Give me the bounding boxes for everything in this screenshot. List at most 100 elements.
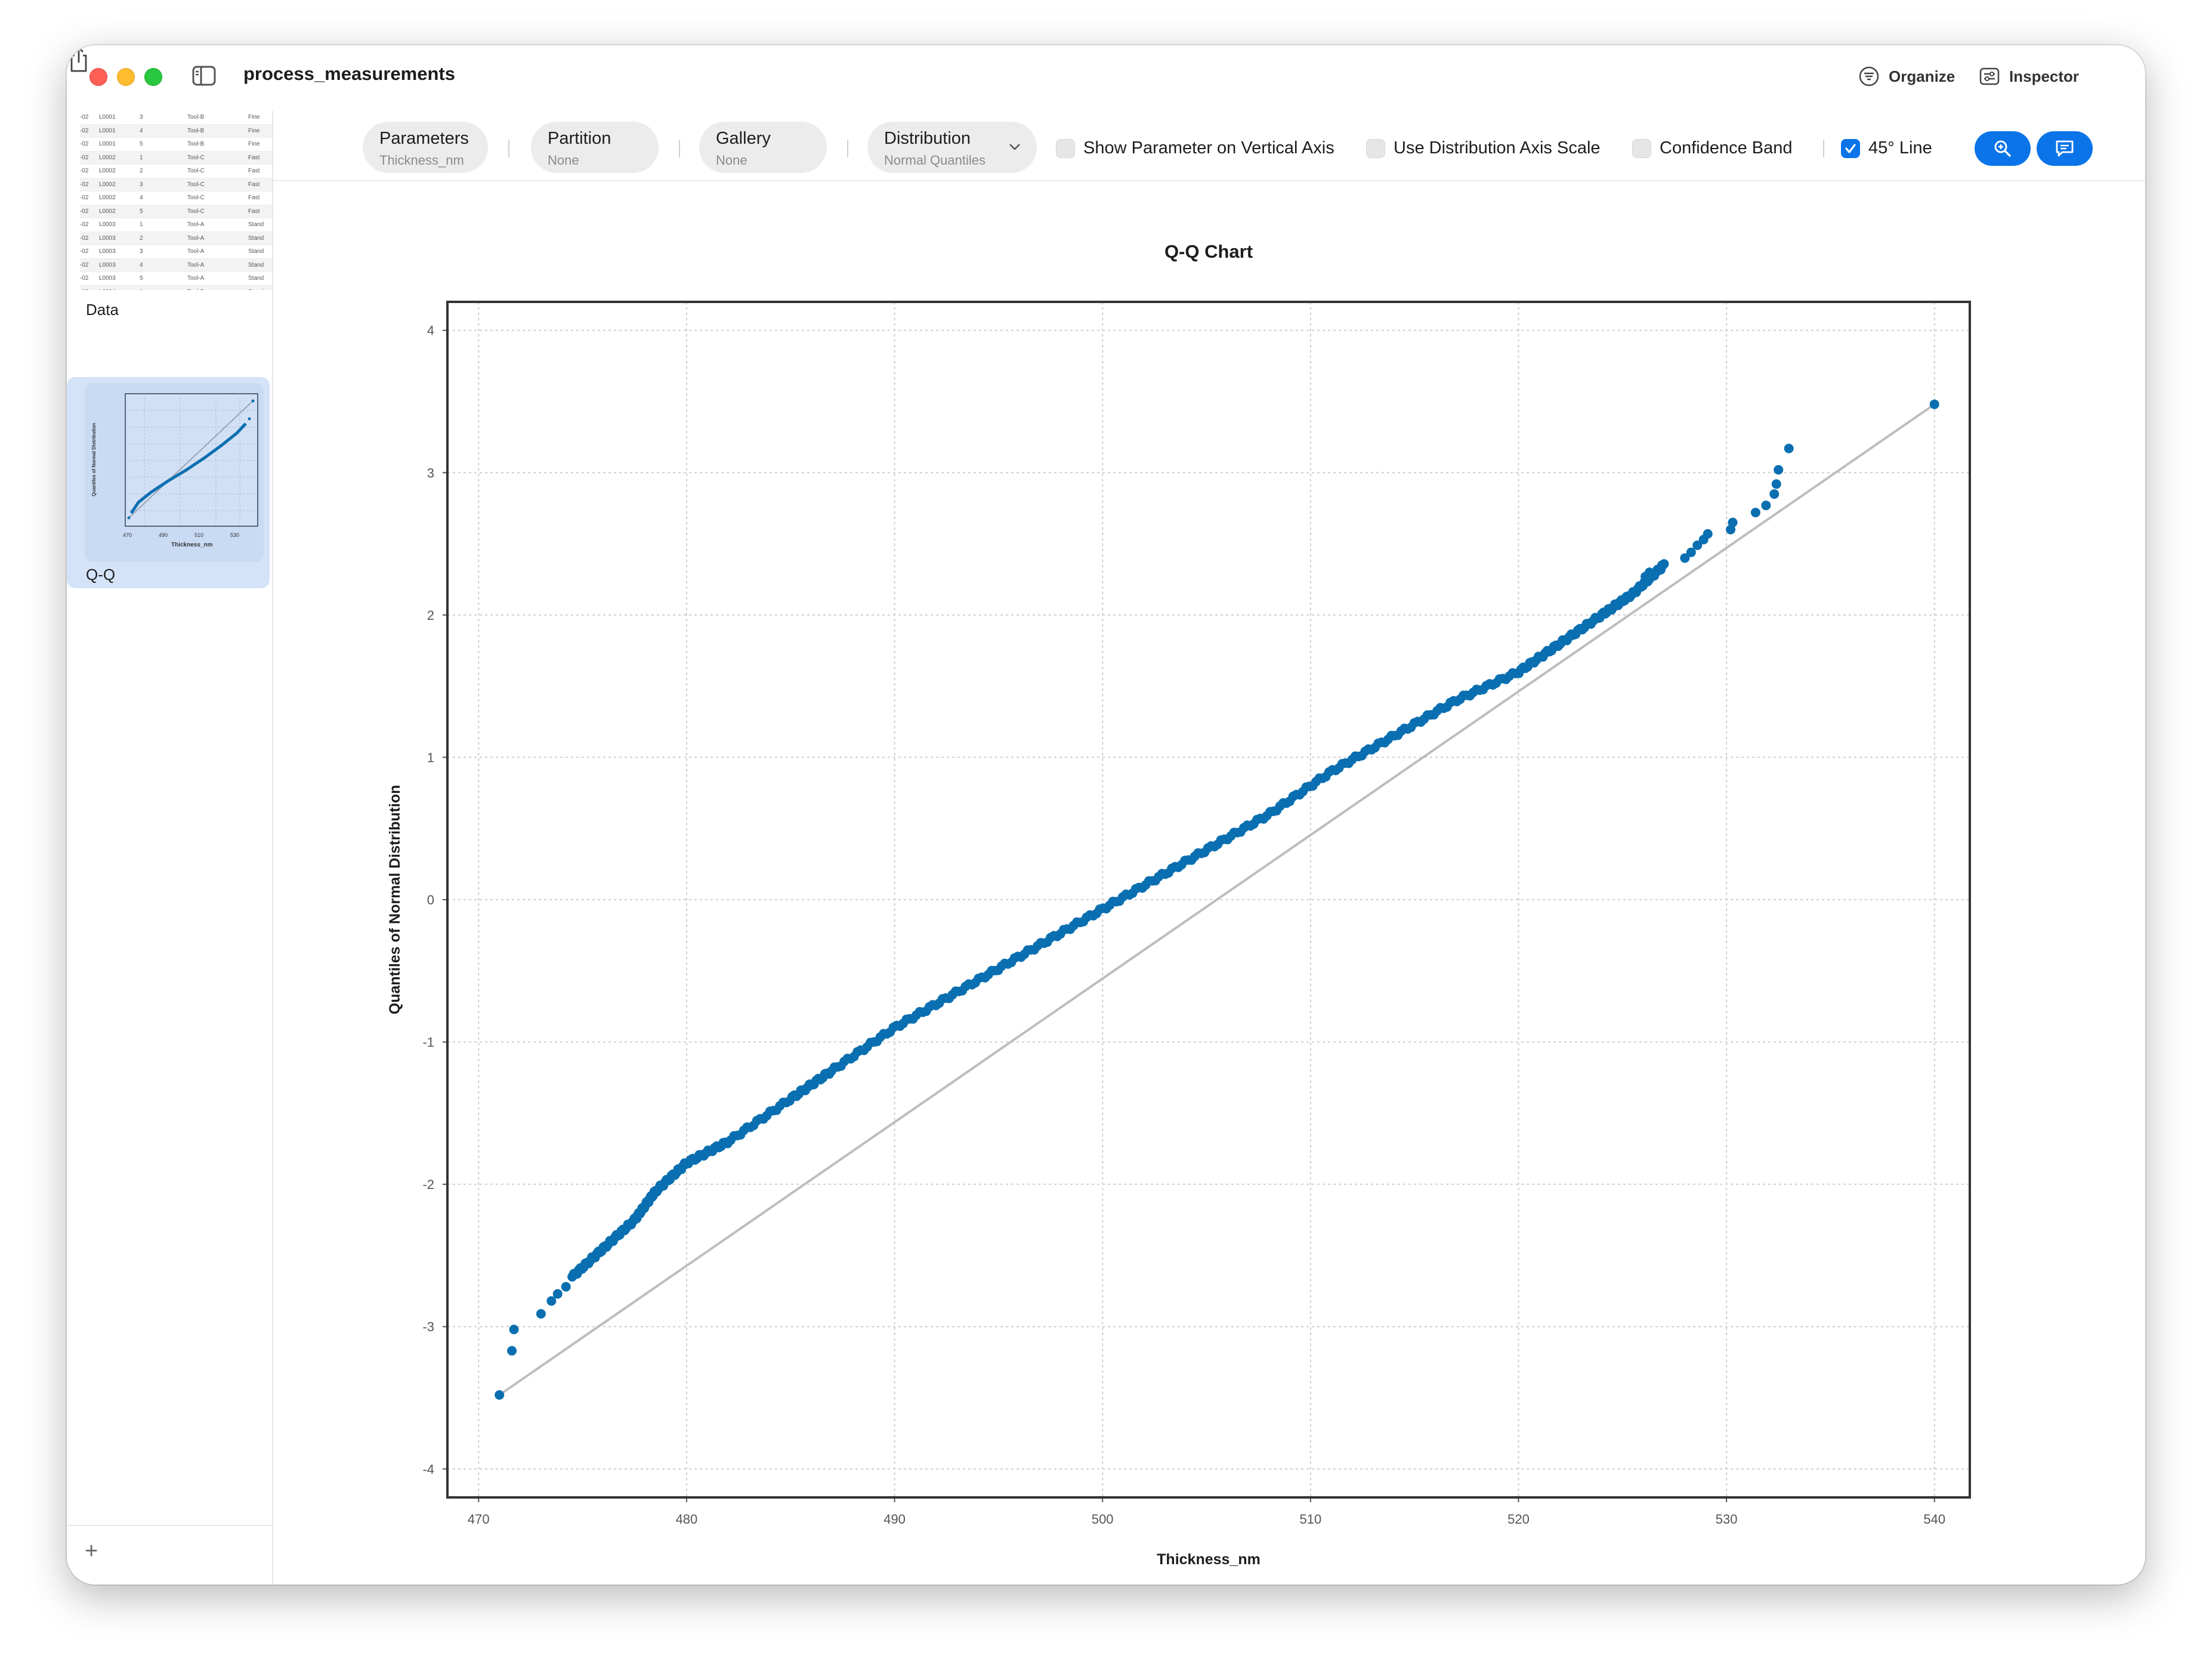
checkbox-box [1366,138,1385,158]
x-tick-label: 490 [883,1512,906,1527]
zoom-button[interactable] [1975,131,2031,166]
minimize-window-button[interactable] [117,68,135,86]
mini-table-cell: Stand [248,221,264,228]
svg-text:490: 490 [159,532,168,538]
data-point [1659,559,1669,569]
mini-table-cell: L0003 [99,275,116,282]
document-title: process_measurements [243,63,455,84]
organize-button[interactable]: Organize [1858,61,1955,92]
mini-table-cell: -02 [80,127,89,134]
data-point [536,1309,546,1319]
line-45-checkbox[interactable]: 45° Line [1841,138,1932,158]
inspector-icon [1979,67,2000,85]
svg-text:530: 530 [230,532,239,538]
x-tick-label: 500 [1092,1512,1114,1527]
mini-table-row: -02 L0002 2 Tool-C Fast [80,165,272,178]
mini-table-cell: Fast [248,154,260,161]
zoom-window-button[interactable] [144,68,162,86]
sidebar-item-data[interactable]: Data [86,301,119,319]
mini-table-cell: 3 [140,248,143,255]
y-tick-label: 1 [427,750,434,765]
mini-table-cell: 2 [140,168,143,174]
mini-table-cell: -02 [80,154,89,161]
mini-table-cell: Tool-C [187,194,205,201]
comment-button[interactable] [2037,131,2093,166]
mini-table-cell: L0001 [99,141,116,147]
mini-table-cell: -02 [80,261,89,268]
mini-table-row: -02 L0003 3 Tool-A Stand [80,245,272,259]
x-tick-label: 520 [1507,1512,1530,1527]
mini-table-row: -02 L0004 1 Tool-D Stand [80,285,272,291]
mini-table-cell: Fast [248,208,260,215]
data-point [1728,517,1738,527]
organize-label: Organize [1889,67,1955,85]
mini-table-cell: Tool-A [187,248,205,255]
inspector-button[interactable]: Inspector [1978,61,2079,92]
magnifier-zoom-icon [1994,140,2011,157]
mini-table-cell: 1 [140,154,143,161]
toolbar-separator [1823,140,1824,157]
title-bar: process_measurements Organize Inspector [67,45,2145,111]
mini-table-cell: Fine [248,127,260,134]
parameters-pill[interactable]: Parameters Thickness_nm [363,122,488,173]
mini-table-cell: Fine [248,114,260,121]
mini-table-cell: 3 [140,181,143,188]
data-point [1761,501,1771,511]
y-tick-label: -4 [422,1462,434,1477]
y-tick-label: 3 [427,465,434,480]
show-param-vertical-label: Show Parameter on Vertical Axis [1083,138,1334,157]
checkmark-icon [1845,143,1856,153]
mini-table-row: -02 L0003 5 Tool-A Stand [80,272,272,286]
mini-table-cell: Stand [248,248,264,255]
svg-text:510: 510 [194,532,203,538]
distribution-pill[interactable]: Distribution Normal Quantiles [867,122,1037,173]
data-table-thumbnail[interactable]: -02 L0001 3 Tool-B Fine -02 L0001 4 Tool-B Fine -0… [80,111,272,290]
data-point [509,1324,519,1335]
svg-text:Thickness_nm: Thickness_nm [171,542,213,548]
show-param-vertical-checkbox[interactable]: Show Parameter on Vertical Axis [1056,138,1334,158]
partition-pill[interactable]: Partition None [531,122,659,173]
mini-table-cell: -02 [80,114,89,121]
mini-table-cell: L0001 [99,127,116,134]
chart-area: 470 480 490 500 510 520 530 540 -4 -3 -2 -1 0 1 2 3 4 Q-Q… [273,180,2145,1585]
mini-table-cell: -02 [80,208,89,215]
gallery-pill[interactable]: Gallery None [699,122,827,173]
mini-table-cell: -02 [80,248,89,255]
use-dist-axis-scale-checkbox[interactable]: Use Distribution Axis Scale [1366,138,1601,158]
mini-table-cell: Stand [248,261,264,268]
y-tick-label: -3 [422,1320,434,1335]
x-tick-label: 530 [1716,1512,1738,1527]
mini-table-cell: -02 [80,221,89,228]
mini-table-cell: L0004 [99,289,116,291]
mini-table-cell: Tool-A [187,275,205,282]
confidence-band-checkbox[interactable]: Confidence Band [1632,138,1793,158]
mini-table-cell: 5 [140,208,143,215]
organize-icon [1859,66,1879,87]
close-window-button[interactable] [89,68,107,86]
parameters-title: Parameters [379,129,469,148]
x-tick-label: 470 [468,1512,490,1527]
sidebar-toggle-icon[interactable] [192,66,216,86]
qq-chart-thumbnail[interactable]: Quantiles of Normal Distribution 470 490… [85,383,264,562]
mini-table-cell: L0003 [99,261,116,268]
y-tick-label: -1 [422,1035,434,1050]
mini-table-cell: Tool-B [187,141,205,147]
add-sheet-button[interactable]: + [85,1539,98,1563]
share-icon[interactable] [67,45,91,74]
mini-table-cell: 4 [140,194,143,201]
mini-table-cell: Tool-A [187,234,205,242]
x-axis-label: Thickness_nm [1157,1551,1261,1568]
sidebar-item-qq[interactable]: Q-Q [86,566,115,584]
mini-table-cell: -02 [80,275,89,282]
mini-table-cell: L0002 [99,208,116,215]
mini-table-cell: Fast [248,194,260,201]
mini-table-row: -02 L0001 5 Tool-B Fine [80,138,272,152]
qq-chart[interactable]: 470 480 490 500 510 520 530 540 -4 -3 -2 -1 0 1 2 3 4 Q-Q… [273,180,2145,1585]
y-tick-label: 4 [427,323,434,338]
mini-table-cell: L0002 [99,154,116,161]
mini-table-cell: 4 [140,127,143,134]
data-point [552,1289,563,1299]
data-point [1750,508,1760,518]
toolbar-separator [679,140,680,157]
mini-table-cell: Stand [248,289,264,291]
